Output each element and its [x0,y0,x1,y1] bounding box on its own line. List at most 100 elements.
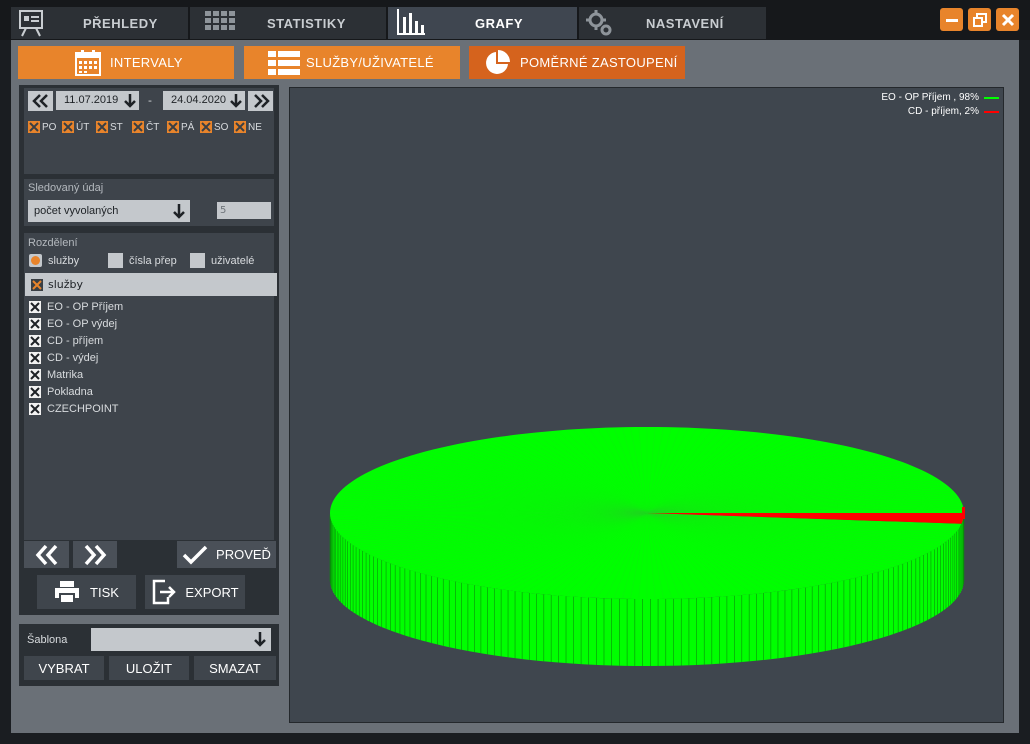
arrow-down-icon [124,94,136,108]
service-item[interactable]: CZECHPOINT [29,401,119,417]
arrow-down-icon [254,632,266,647]
checkmark-icon [182,545,208,564]
pie-icon [486,50,510,74]
weekday-label: SO [214,121,229,133]
template-select-button[interactable]: VYBRAT [24,656,104,680]
prev-button[interactable] [24,541,69,568]
print-button[interactable]: TISK [37,575,136,609]
restore-button[interactable] [968,8,991,31]
checked-box-icon [29,335,41,347]
split-option-uzivatele[interactable]: uživatelé [190,253,254,268]
service-item[interactable]: EO - OP výdej [29,316,117,332]
service-item-label: CD - příjem [47,335,104,347]
tracked-number-field[interactable]: 5 [217,202,271,219]
subtab-intervaly[interactable]: INTERVALY [18,46,234,79]
service-item-label: EO - OP Příjem [47,301,124,313]
printer-icon [55,581,80,604]
left-panel: 11.07.2019 - 24.04.2020 PO ÚT ST ČT PÁ SO NE S… [19,85,279,615]
close-button[interactable] [996,8,1019,31]
checked-box-icon [234,121,246,133]
top-nav-bar: PŘEHLEDY STATISTIKY GRAFY NASTAVENÍ [0,0,1030,40]
date-to-value: 24.04.2020 [171,94,227,106]
weekday-4[interactable]: PÁ [167,121,194,133]
weekday-6[interactable]: NE [234,121,262,133]
weekday-label: ČT [146,121,160,133]
double-chevron-left-icon [35,544,57,565]
tab-nastaveni[interactable]: NASTAVENÍ [579,7,766,39]
tab-grafy[interactable]: GRAFY [388,7,577,39]
checked-box-icon [62,121,74,133]
template-save-button[interactable]: ULOŽIT [109,656,189,680]
subtab-intervaly-label: INTERVALY [110,55,183,70]
weekday-0[interactable]: PO [28,121,56,133]
date-separator: - [148,94,152,107]
tab-nastaveni-label: NASTAVENÍ [646,15,724,31]
split-label: Rozdělení [28,237,78,249]
execute-button-label: PROVEĎ [216,547,271,562]
minimize-button[interactable] [940,8,963,31]
date-prev-button[interactable] [28,91,53,111]
template-delete-button-label: SMAZAT [209,660,261,676]
service-item-label: Pokladna [47,386,93,398]
tab-prehledy-label: PŘEHLEDY [83,15,158,31]
execute-button[interactable]: PROVEĎ [177,541,276,568]
template-select[interactable] [91,628,271,651]
tab-statistiky-label: STATISTIKY [267,15,346,31]
weekday-label: PÁ [181,121,195,133]
tab-statistiky[interactable]: STATISTIKY [190,7,386,39]
subtab-sluzby-uzivatele[interactable]: SLUŽBY/UŽIVATELÉ [244,46,460,79]
arrow-down-icon [173,204,185,219]
split-option-sluzby[interactable]: služby [29,254,79,267]
double-chevron-right-icon [84,544,107,565]
date-from-select[interactable]: 11.07.2019 [56,91,139,110]
service-item-label: EO - OP výdej [47,318,118,330]
split-list-header-label: služby [48,278,84,291]
weekday-3[interactable]: ČT [132,121,159,133]
next-button[interactable] [73,541,117,568]
checked-box-icon [29,301,41,313]
date-to-select[interactable]: 24.04.2020 [163,91,245,110]
weekday-label: NE [248,121,262,133]
service-item[interactable]: CD - výdej [29,350,98,366]
template-save-button-label: ULOŽIT [125,660,173,676]
weekday-5[interactable]: SO [200,121,228,133]
export-button[interactable]: EXPORT [145,575,245,609]
presentation-board-icon [17,9,47,37]
service-item[interactable]: EO - OP Příjem [29,299,123,315]
service-item-label: CZECHPOINT [47,403,119,415]
split-option-cisla-prep[interactable]: čísla přep [108,253,177,268]
checkbox [190,253,205,268]
double-chevron-right-icon [253,94,270,108]
tracked-label: Sledovaný údaj [28,182,104,194]
export-icon [153,579,177,605]
checked-box-icon [132,121,144,133]
pie-chart [329,427,965,666]
tab-prehledy[interactable]: PŘEHLEDY [11,7,188,39]
service-item-label: Matrika [47,369,84,381]
split-list-header[interactable]: služby [25,273,277,296]
service-item[interactable]: Matrika [29,367,83,383]
split-option-label: služby [48,254,80,267]
service-item[interactable]: Pokladna [29,384,93,400]
tab-grafy-label: GRAFY [475,15,523,31]
main-area: INTERVALY SLUŽBY/UŽIVATELÉ POMĚRNÉ ZASTO… [11,40,1019,733]
checked-box-icon [200,121,212,133]
gears-icon [585,9,615,37]
chart-area: EO - OP Příjem , 98% CD - příjem, 2% [289,87,1004,723]
weekday-1[interactable]: ÚT [62,121,89,133]
template-delete-button[interactable]: SMAZAT [194,656,276,680]
double-chevron-left-icon [31,94,48,108]
checked-box-icon [29,386,41,398]
date-next-button[interactable] [248,91,273,111]
tracked-select[interactable]: počet vyvolaných [28,200,190,222]
service-item[interactable]: CD - příjem [29,333,103,349]
split-option-label: uživatelé [211,254,255,267]
minimize-icon [945,18,958,22]
date-from-value: 11.07.2019 [64,94,119,106]
close-icon [1001,13,1014,26]
list-icon [268,51,300,75]
pie-slice-edge [962,507,965,519]
tracked-number-value: 5 [220,205,227,216]
subtab-pomerne-zastoupeni[interactable]: POMĚRNÉ ZASTOUPENÍ [469,46,685,79]
weekday-2[interactable]: ST [96,121,123,133]
